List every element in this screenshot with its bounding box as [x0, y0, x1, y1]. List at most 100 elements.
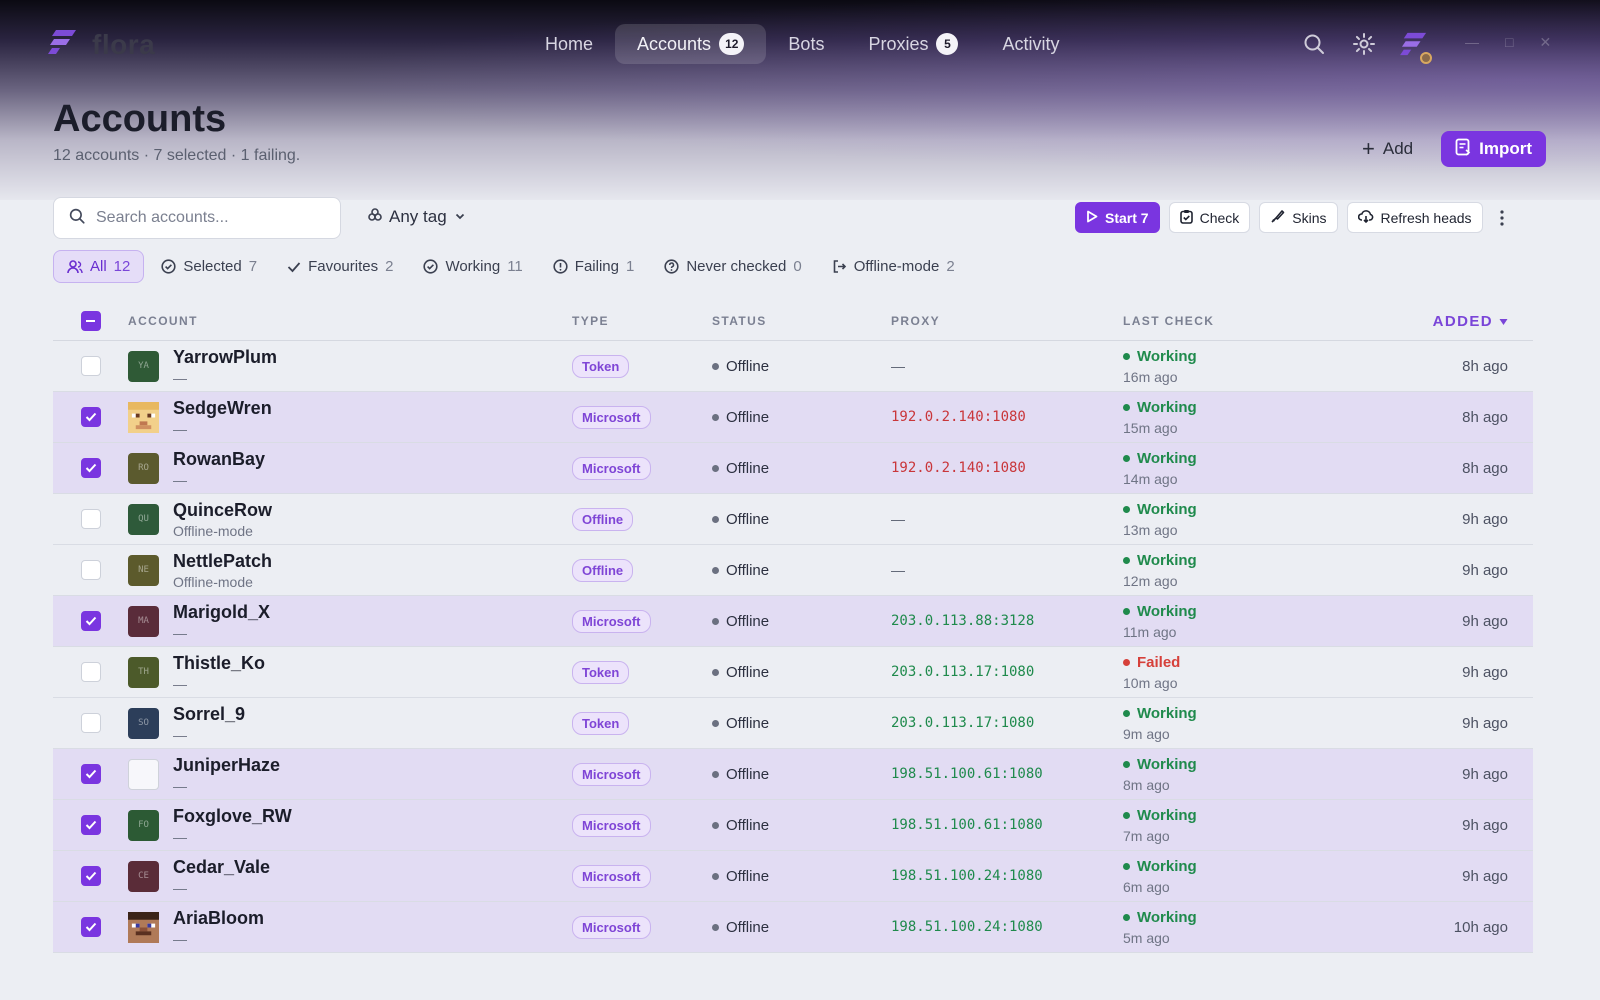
- avatar-initials: NE: [138, 565, 149, 575]
- col-account[interactable]: ACCOUNT: [128, 314, 572, 328]
- import-button[interactable]: Import: [1441, 131, 1546, 167]
- filter-all[interactable]: All 12: [53, 250, 145, 283]
- added-time: 9h ago: [1462, 867, 1508, 885]
- tag-icon: [368, 207, 382, 227]
- nav-label: Accounts: [637, 33, 712, 54]
- table-row[interactable]: QU QuinceRow Offline-mode Offline Offline — Wo…: [53, 494, 1533, 545]
- table-row[interactable]: NE NettlePatch Offline-mode Offline Offline —…: [53, 545, 1533, 596]
- gear-icon[interactable]: [1350, 30, 1378, 58]
- checkmark-icon: [85, 412, 96, 422]
- row-checkbox[interactable]: [80, 611, 101, 631]
- status-dot-icon: [712, 770, 719, 778]
- skin-head-icon: [128, 911, 159, 943]
- filter-never-checked[interactable]: Never checked 0: [651, 250, 814, 283]
- status-text: Offline: [726, 714, 770, 732]
- checkmark-icon: [85, 769, 96, 779]
- row-checkbox[interactable]: [80, 815, 101, 835]
- search-box[interactable]: [53, 197, 341, 239]
- proxy-address: 198.51.100.24:1080: [891, 868, 1043, 884]
- alert-circle-icon: [553, 259, 568, 274]
- filter-working[interactable]: Working 11: [410, 250, 535, 283]
- account-name: JuniperHaze: [173, 754, 281, 775]
- maximize-icon[interactable]: □: [1505, 34, 1513, 51]
- refresh-heads-button[interactable]: Refresh heads: [1346, 202, 1483, 233]
- proxy-address: 198.51.100.61:1080: [891, 817, 1043, 833]
- account-subtitle: —: [173, 369, 187, 386]
- table-row[interactable]: SedgeWren — Microsoft Offline 192.0.2.140:10…: [53, 392, 1533, 443]
- col-added[interactable]: ADDED: [1393, 313, 1508, 330]
- added-time: 8h ago: [1462, 357, 1508, 375]
- table-row[interactable]: JuniperHaze — Microsoft Offline 198.51.100.6…: [53, 749, 1533, 800]
- search-icon[interactable]: [1300, 30, 1328, 58]
- nav-activity[interactable]: Activity: [980, 24, 1081, 64]
- profile-logo-icon[interactable]: [1400, 30, 1432, 64]
- filter-label: Favourites: [308, 258, 379, 275]
- col-proxy[interactable]: PROXY: [891, 314, 1123, 328]
- account-name: Foxglove_RW: [173, 805, 292, 826]
- account-subtitle: —: [173, 777, 187, 794]
- row-checkbox[interactable]: [80, 560, 101, 580]
- row-checkbox[interactable]: [80, 662, 101, 682]
- nav-bots[interactable]: Bots: [766, 24, 846, 64]
- table-row[interactable]: CE Cedar_Vale — Microsoft Offline 198.51.100.…: [53, 851, 1533, 902]
- type-badge: Token: [572, 660, 630, 684]
- col-last-check[interactable]: LAST CHECK: [1123, 314, 1393, 328]
- row-checkbox[interactable]: [80, 866, 101, 886]
- avatar: YA: [128, 350, 159, 382]
- add-button[interactable]: + Add: [1346, 131, 1429, 167]
- check-circle-icon: [423, 259, 439, 274]
- brand[interactable]: flora: [48, 28, 155, 61]
- bulk-actions: Start 7 Check Skins Refresh heads: [1075, 202, 1512, 233]
- status-dot-icon: [712, 668, 719, 676]
- filter-failing[interactable]: Failing 1: [540, 250, 648, 283]
- check-time: 7m ago: [1123, 827, 1170, 844]
- skins-button[interactable]: Skins: [1259, 202, 1338, 233]
- type-badge: Token: [572, 711, 630, 735]
- check-time: 12m ago: [1123, 572, 1178, 589]
- check-status-dot-icon: [1123, 454, 1130, 462]
- proxy-address: 192.0.2.140:1080: [891, 460, 1026, 476]
- table-row[interactable]: YA YarrowPlum — Token Offline — Working 16m ago…: [53, 341, 1533, 392]
- table-row[interactable]: TH Thistle_Ko — Token Offline 203.0.113.17:10…: [53, 647, 1533, 698]
- col-status[interactable]: STATUS: [712, 314, 891, 328]
- tag-filter-dropdown[interactable]: Any tag: [368, 207, 466, 227]
- account-name: NettlePatch: [173, 550, 273, 571]
- check-time: 16m ago: [1123, 368, 1178, 385]
- table-row[interactable]: RO RowanBay — Microsoft Offline 192.0.2.140:1…: [53, 443, 1533, 494]
- row-checkbox[interactable]: [80, 509, 101, 529]
- filter-favourites[interactable]: Favourites 2: [274, 250, 406, 283]
- select-all-checkbox[interactable]: [80, 311, 101, 331]
- row-checkbox[interactable]: [80, 764, 101, 784]
- table-row[interactable]: SO Sorrel_9 — Token Offline 203.0.113.17:1080…: [53, 698, 1533, 749]
- check-status: Working: [1137, 347, 1197, 365]
- filter-offline-mode[interactable]: Offline-mode 2: [819, 250, 968, 283]
- row-checkbox[interactable]: [80, 356, 101, 376]
- added-time: 8h ago: [1462, 459, 1508, 477]
- nav-accounts[interactable]: Accounts 12: [615, 24, 767, 64]
- avatar: [128, 911, 159, 943]
- table-row[interactable]: AriaBloom — Microsoft Offline 198.51.100.24:…: [53, 902, 1533, 953]
- row-checkbox[interactable]: [80, 407, 101, 427]
- col-type[interactable]: TYPE: [572, 314, 712, 328]
- table-row[interactable]: MA Marigold_X — Microsoft Offline 203.0.113.8…: [53, 596, 1533, 647]
- start-button[interactable]: Start 7: [1075, 202, 1160, 233]
- checkmark-icon: [85, 463, 96, 473]
- minimize-icon[interactable]: —: [1465, 34, 1479, 51]
- nav-home[interactable]: Home: [523, 24, 615, 64]
- nav-proxies[interactable]: Proxies 5: [846, 24, 980, 64]
- close-icon[interactable]: ✕: [1539, 34, 1551, 51]
- row-checkbox[interactable]: [80, 917, 101, 937]
- table-row[interactable]: FO Foxglove_RW — Microsoft Offline 198.51.100…: [53, 800, 1533, 851]
- check-button[interactable]: Check: [1168, 202, 1251, 233]
- row-checkbox[interactable]: [80, 458, 101, 478]
- row-checkbox[interactable]: [80, 713, 101, 733]
- more-vertical-icon[interactable]: [1492, 202, 1512, 233]
- import-label: Import: [1479, 139, 1532, 158]
- search-input[interactable]: [96, 209, 316, 227]
- top-bar: flora Home Accounts 12 Bots Proxies 5 Activity…: [0, 0, 1600, 90]
- skins-label: Skins: [1292, 209, 1327, 226]
- sort-desc-icon: [1499, 313, 1508, 330]
- account-name: QuinceRow: [173, 499, 273, 520]
- avatar-initials: RO: [138, 463, 149, 473]
- filter-selected[interactable]: Selected 7: [148, 250, 270, 283]
